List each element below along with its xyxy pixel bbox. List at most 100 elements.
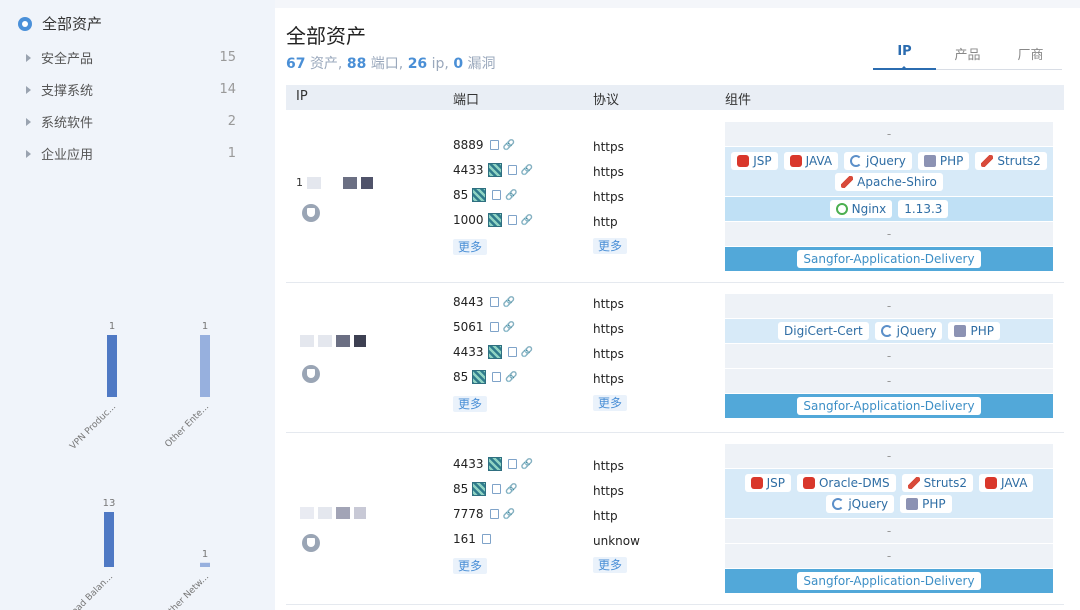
link-icon[interactable]: 🔗 — [521, 347, 533, 358]
shield-icon[interactable] — [302, 534, 320, 552]
chart-bar[interactable] — [200, 335, 210, 397]
link-icon[interactable]: 🔗 — [503, 322, 515, 333]
category-tick-label: VPN Produc... — [68, 402, 118, 452]
component-label: JSP — [753, 154, 772, 168]
port-entry[interactable]: 161 — [453, 532, 491, 546]
tree-item-security-products[interactable]: 安全产品 15 — [26, 48, 236, 67]
link-icon[interactable]: 🔗 — [505, 190, 517, 201]
port-entry[interactable]: 1000 🔗 — [453, 213, 533, 227]
component-chip[interactable]: DigiCert-Cert — [778, 322, 869, 340]
category-bar-chart: 1 VPN Produc... 1 Other Ente... 13 Load Balan… — [67, 321, 211, 610]
component-chip[interactable]: Sangfor-Application-Delivery — [797, 250, 981, 268]
shield-icon[interactable] — [302, 204, 320, 222]
ip-address[interactable] — [296, 507, 366, 519]
chart-bar[interactable] — [107, 335, 117, 397]
caret-right-icon[interactable] — [26, 117, 31, 126]
component-chip[interactable]: Struts2 — [901, 474, 974, 492]
detail-icon[interactable] — [489, 509, 499, 519]
screenshot-thumbnail-icon[interactable] — [487, 213, 502, 227]
link-icon[interactable]: 🔗 — [505, 372, 517, 383]
detail-icon[interactable] — [481, 534, 491, 544]
detail-icon[interactable] — [507, 215, 517, 225]
tab-ip[interactable]: IP — [873, 44, 936, 70]
ports-more-button[interactable]: 更多 — [453, 239, 488, 255]
ports-label: 端口, — [370, 56, 404, 72]
tab-product[interactable]: 产品 — [936, 44, 999, 70]
port-entry[interactable]: 4433 🔗 — [453, 457, 533, 471]
component-chip[interactable]: JAVA — [783, 152, 839, 170]
detail-icon[interactable] — [507, 165, 517, 175]
link-icon[interactable]: 🔗 — [521, 215, 533, 226]
chart-bar[interactable] — [200, 562, 210, 567]
protocol-value: https — [593, 459, 624, 473]
caret-right-icon[interactable] — [26, 85, 31, 94]
port-entry[interactable]: 8443 🔗 — [453, 295, 515, 309]
screenshot-thumbnail-icon[interactable] — [487, 345, 502, 359]
component-chip[interactable]: PHP — [900, 495, 952, 513]
link-icon[interactable]: 🔗 — [521, 459, 533, 470]
ip-redacted-block — [307, 176, 321, 189]
component-label: jQuery — [896, 324, 937, 338]
port-entry[interactable]: 4433 🔗 — [453, 163, 533, 177]
tree-item-enterprise-apps[interactable]: 企业应用 1 — [26, 144, 236, 163]
main-panel: 全部资产 67 资产, 88 端口, 26 ip, 0 漏洞 IP 产品 厂商 … — [275, 8, 1080, 610]
component-chip[interactable]: jQuery — [874, 322, 943, 340]
component-chip[interactable]: JSP — [731, 152, 778, 170]
detail-icon[interactable] — [492, 484, 502, 494]
tab-vendor[interactable]: 厂商 — [999, 44, 1062, 70]
link-icon[interactable]: 🔗 — [503, 509, 515, 520]
port-entry[interactable]: 85 🔗 — [453, 482, 518, 496]
ip-address[interactable]: 1 — [296, 176, 373, 189]
component-chip[interactable]: Struts2 — [975, 152, 1047, 170]
detail-icon[interactable] — [492, 190, 502, 200]
screenshot-thumbnail-icon[interactable] — [472, 482, 487, 496]
component-chip[interactable]: 1.13.3 — [898, 200, 949, 218]
component-chip[interactable]: JSP — [744, 474, 791, 492]
component-chip[interactable]: Oracle-DMS — [796, 474, 896, 492]
protocols-more-button[interactable]: 更多 — [593, 238, 628, 254]
column-header-port: 端口 — [453, 93, 480, 108]
ports-more-button[interactable]: 更多 — [453, 396, 488, 412]
port-entry[interactable]: 85 🔗 — [453, 370, 518, 384]
screenshot-thumbnail-icon[interactable] — [487, 163, 502, 177]
link-icon[interactable]: 🔗 — [505, 484, 517, 495]
link-icon[interactable]: 🔗 — [521, 165, 533, 176]
detail-icon[interactable] — [507, 347, 517, 357]
detail-icon[interactable] — [489, 140, 499, 150]
component-chip[interactable]: jQuery — [826, 495, 895, 513]
port-entry[interactable]: 5061 🔗 — [453, 320, 515, 334]
component-chip[interactable]: Sangfor-Application-Delivery — [797, 572, 981, 590]
link-icon[interactable]: 🔗 — [503, 297, 515, 308]
tree-item-support-systems[interactable]: 支撑系统 14 — [26, 80, 236, 99]
caret-right-icon[interactable] — [26, 53, 31, 62]
protocols-more-button[interactable]: 更多 — [593, 395, 628, 411]
detail-icon[interactable] — [507, 459, 517, 469]
link-icon[interactable]: 🔗 — [503, 140, 515, 151]
component-chip[interactable]: Nginx — [829, 200, 893, 218]
shield-icon[interactable] — [302, 365, 320, 383]
detail-icon[interactable] — [489, 322, 499, 332]
port-entry[interactable]: 7778 🔗 — [453, 507, 515, 521]
screenshot-thumbnail-icon[interactable] — [487, 457, 502, 471]
component-band: - — [725, 344, 1053, 369]
protocols-more-button[interactable]: 更多 — [593, 557, 628, 573]
caret-right-icon[interactable] — [26, 149, 31, 158]
tree-item-system-software[interactable]: 系统软件 2 — [26, 112, 236, 131]
component-chip[interactable]: JAVA — [979, 474, 1034, 492]
ports-more-button[interactable]: 更多 — [453, 558, 488, 574]
detail-icon[interactable] — [492, 372, 502, 382]
screenshot-thumbnail-icon[interactable] — [472, 370, 487, 384]
port-entry[interactable]: 85 🔗 — [453, 188, 518, 202]
chart-bar[interactable] — [104, 512, 114, 567]
component-chip[interactable]: PHP — [948, 322, 1000, 340]
component-chip[interactable]: PHP — [917, 152, 970, 170]
tree-root[interactable]: 全部资产 — [18, 13, 102, 34]
port-entry[interactable]: 8889 🔗 — [453, 138, 515, 152]
component-chip[interactable]: Apache-Shiro — [835, 173, 943, 191]
port-entry[interactable]: 4433 🔗 — [453, 345, 533, 359]
screenshot-thumbnail-icon[interactable] — [472, 188, 487, 202]
ip-address[interactable] — [296, 335, 366, 347]
detail-icon[interactable] — [489, 297, 499, 307]
component-chip[interactable]: jQuery — [844, 152, 912, 170]
component-chip[interactable]: Sangfor-Application-Delivery — [797, 397, 981, 415]
